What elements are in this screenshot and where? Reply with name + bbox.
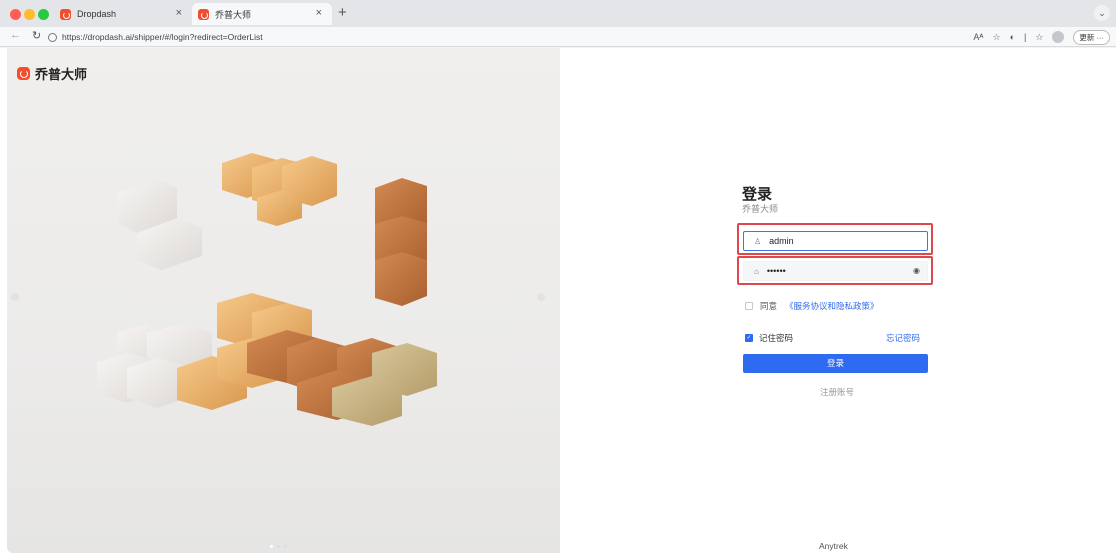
close-window-button[interactable] (10, 9, 21, 20)
agree-label: 同意 (760, 301, 778, 311)
brown-column (375, 178, 427, 306)
new-tab-button[interactable]: + (338, 4, 347, 21)
remember-row: ✓ 记住密码 (745, 332, 793, 344)
url-text: https://dropdash.ai/shipper/#/login?redi… (62, 32, 263, 42)
agree-row: 同意 《服务协议和隐私政策》 (745, 300, 879, 312)
username-field[interactable]: ♙ admin (743, 231, 928, 251)
remember-checkbox[interactable]: ✓ (745, 334, 753, 342)
password-field[interactable]: ⌂ •••••• ◉ (743, 261, 928, 281)
star-icon[interactable]: ☆ (992, 32, 1000, 43)
boxes-bottom (97, 293, 437, 426)
footer-company: Anytrek (819, 541, 848, 551)
qiaopu-favicon-icon (198, 8, 209, 20)
tab-title: 乔普大师 (215, 9, 252, 20)
remember-label: 记住密码 (759, 333, 794, 343)
carousel-prev-button[interactable] (11, 293, 19, 301)
extensions-icon[interactable]: ◐ (1010, 32, 1015, 42)
password-value: •••••• (766, 266, 786, 276)
minimize-window-button[interactable] (24, 9, 35, 20)
terms-link[interactable]: 《服务协议和隐私政策》 (785, 300, 879, 312)
browser-window: Dropdash × 乔普大师 × + ⌄ ← ↻ https://dropda… (0, 0, 1116, 556)
login-title: 登录 (742, 186, 773, 203)
maximize-window-button[interactable] (38, 9, 49, 20)
profile-icon[interactable] (1052, 31, 1065, 43)
register-link[interactable]: 注册账号 (820, 386, 854, 398)
forgot-password-link[interactable]: 忘记密码 (886, 332, 920, 344)
tab-qiaopu[interactable]: 乔普大师 × (192, 3, 332, 25)
carousel-dot[interactable] (284, 545, 287, 548)
tab-dropdash[interactable]: Dropdash × (54, 3, 192, 25)
lock-icon: ⌂ (754, 266, 759, 276)
toolbar-icons: Aᴬ ☆ ◐ | ☆ 更新 ··· (973, 29, 1110, 45)
carousel-dot[interactable] (270, 545, 273, 548)
url-field[interactable]: https://dropdash.ai/shipper/#/login?redi… (48, 29, 968, 45)
login-panel: 登录 乔普大师 ♙ admin ⌂ •••••• ◉ 同意 《服务协议和隐私政策… (560, 48, 1116, 556)
login-subtitle: 乔普大师 (742, 204, 779, 214)
read-aloud-icon[interactable]: Aᴬ (973, 32, 983, 42)
user-icon: ♙ (754, 236, 762, 246)
dropdash-favicon-icon (60, 8, 71, 20)
login-button[interactable]: 登录 (743, 354, 928, 373)
address-bar: ← ↻ https://dropdash.ai/shipper/#/login?… (0, 27, 1116, 47)
carousel-next-button[interactable] (537, 293, 545, 301)
hero-panel: 乔普大师 (7, 48, 560, 553)
orange-boxes-top (222, 153, 337, 226)
favorites-icon[interactable]: ☆ (1035, 32, 1043, 43)
site-info-icon[interactable] (48, 32, 57, 42)
boxes-illustration (97, 153, 437, 426)
divider: | (1024, 32, 1027, 42)
carousel-indicators[interactable] (270, 545, 287, 548)
tab-bar: Dropdash × 乔普大师 × + ⌄ (0, 0, 1116, 27)
white-boxes-top (117, 180, 202, 270)
agree-checkbox[interactable] (745, 302, 753, 310)
tab-close-icon[interactable]: × (176, 7, 182, 19)
tab-title: Dropdash (77, 9, 117, 19)
tab-close-icon[interactable]: × (316, 7, 322, 19)
page-content: 乔普大师 登录 乔普大师 ♙ admin ⌂ •••••• ◉ 同意 《服务协议… (0, 48, 1116, 556)
update-button[interactable]: 更新 ··· (1073, 29, 1110, 45)
carousel-dot[interactable] (277, 545, 280, 548)
reload-icon[interactable]: ↻ (32, 29, 41, 42)
back-icon[interactable]: ← (10, 29, 21, 41)
eye-off-icon[interactable]: ◉ (913, 266, 920, 275)
username-value: admin (769, 236, 794, 246)
tab-list-chevron-icon[interactable]: ⌄ (1094, 5, 1110, 21)
